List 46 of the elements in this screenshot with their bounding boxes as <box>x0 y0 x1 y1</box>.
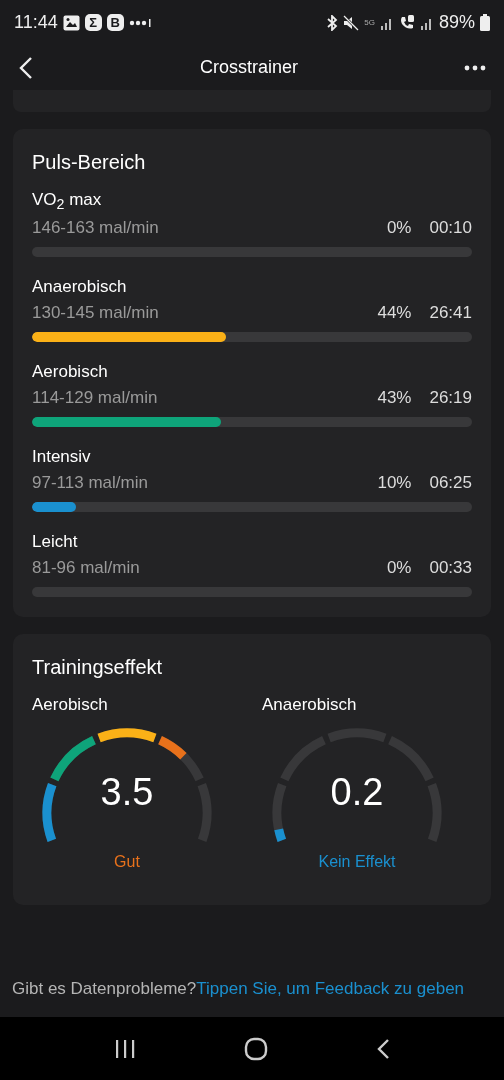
back-icon[interactable] <box>376 1037 390 1060</box>
back-icon[interactable] <box>18 55 34 80</box>
mute-icon <box>343 14 360 31</box>
gauge-label: Anaerobisch <box>262 695 358 716</box>
gallery-icon <box>62 14 80 31</box>
zone-name: Intensiv <box>32 447 92 468</box>
zone-range: 81-96 mal/min <box>32 558 140 579</box>
network-type: 5G <box>364 18 375 27</box>
gauge-label: Aerobisch <box>32 695 109 716</box>
zone-time: 26:19 <box>429 388 472 409</box>
zone-percent: 44% <box>377 303 412 324</box>
card-title: Trainingseffekt <box>32 656 164 680</box>
app-badge: Σ <box>84 14 102 31</box>
gauge-rating: Gut <box>113 853 141 872</box>
feedback-question: Gibt es Datenprobleme? <box>12 979 197 998</box>
zone-percent: 10% <box>377 473 412 494</box>
gauge-value: 0.2 <box>329 771 385 815</box>
zone-percent: 0% <box>386 558 412 579</box>
zone-range: 130-145 mal/min <box>32 303 159 324</box>
battery-icon <box>480 14 490 31</box>
zone-name: Anaerobisch <box>32 277 128 298</box>
zone-range: 146-163 mal/min <box>32 218 159 239</box>
more-icon[interactable] <box>464 64 486 71</box>
bluetooth-icon <box>326 14 339 31</box>
zone-name: Aerobisch <box>32 362 109 383</box>
gauge-rating: Kein Effekt <box>317 853 397 872</box>
battery-percent: 89% <box>438 12 475 33</box>
zone-range: 114-129 mal/min <box>32 388 158 409</box>
zone-time: 26:41 <box>429 303 472 324</box>
clock: 11:44 <box>14 12 58 33</box>
app-badge: B <box>106 14 124 31</box>
card-title: Puls-Bereich <box>32 151 147 174</box>
zone-percent: 43% <box>377 388 412 409</box>
zone-range: 97-113 mal/min <box>32 473 148 494</box>
zone-name: Leicht <box>32 532 79 553</box>
zone-time: 06:25 <box>429 473 472 494</box>
zone-percent: 0% <box>386 218 412 239</box>
recent-apps-icon[interactable] <box>114 1038 136 1059</box>
zone-name: VO$_{2}$ max <box>32 190 103 213</box>
phone-icon <box>398 14 415 31</box>
page-title: Crosstrainer <box>200 57 298 78</box>
home-icon[interactable] <box>244 1036 268 1061</box>
feedback-link[interactable]: Tippen Sie, um Feedback zu geben <box>196 979 465 998</box>
zone-time: 00:33 <box>429 558 472 579</box>
gauge-value: 3.5 <box>99 771 155 815</box>
zone-time: 00:10 <box>429 218 472 239</box>
